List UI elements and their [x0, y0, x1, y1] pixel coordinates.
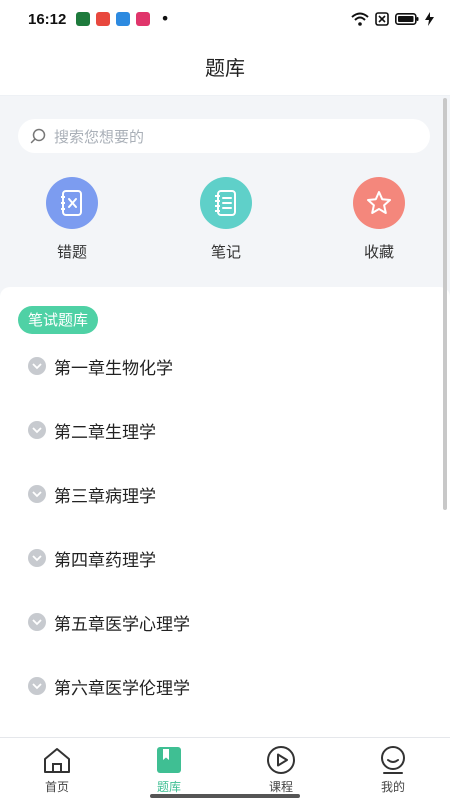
- chevron-down-icon: [28, 613, 46, 631]
- battery-icon: [395, 13, 419, 25]
- chapter-label: 第四章药理学: [54, 550, 156, 571]
- app-blue-icon: [116, 12, 131, 26]
- notebook-icon: [200, 177, 252, 229]
- question-bank-icon: [156, 745, 182, 775]
- chapter-item[interactable]: 第六章医学伦理学: [28, 673, 190, 699]
- chapter-item[interactable]: 第一章生物化学: [28, 353, 173, 379]
- chapter-item[interactable]: 第三章病理学: [28, 481, 156, 507]
- chapter-label: 第五章医学心理学: [54, 614, 190, 635]
- search-input[interactable]: 搜索您想要的: [18, 119, 430, 153]
- app-green-icon: [76, 12, 91, 26]
- chevron-down-icon: [28, 549, 46, 567]
- scrollbar[interactable]: [443, 98, 447, 510]
- play-circle-icon: [266, 745, 296, 775]
- search-icon: [30, 128, 46, 144]
- tab-label: 题库: [156, 780, 181, 794]
- section-tag-written-exam: 笔试题库: [18, 306, 99, 334]
- shortcut-label: 笔记: [210, 243, 241, 261]
- chapter-item[interactable]: 第二章生理学: [28, 417, 156, 443]
- charging-icon: [425, 12, 434, 26]
- tab-profile[interactable]: 我的: [353, 738, 433, 800]
- shortcut-notes[interactable]: 笔记: [181, 177, 271, 262]
- tab-label: 我的: [380, 780, 405, 794]
- shortcut-label: 收藏: [363, 243, 394, 261]
- chapter-label: 第二章生理学: [54, 422, 156, 443]
- notification-app-icons: •: [76, 9, 170, 28]
- home-indicator: [150, 794, 300, 798]
- search-placeholder: 搜索您想要的: [54, 127, 145, 146]
- chevron-down-icon: [28, 421, 46, 439]
- home-icon: [42, 745, 72, 775]
- tab-courses[interactable]: 课程: [241, 738, 321, 800]
- shortcut-favorites[interactable]: 收藏: [334, 177, 424, 262]
- wifi-icon: [351, 12, 369, 26]
- shortcut-label: 错题: [56, 243, 87, 261]
- status-bar: 16:12 •: [0, 0, 450, 38]
- tab-home[interactable]: 首页: [17, 738, 97, 800]
- chapter-label: 第六章医学伦理学: [54, 678, 190, 699]
- more-notifications-indicator: •: [160, 9, 170, 28]
- status-time: 16:12: [28, 10, 67, 28]
- sim-off-icon: [375, 12, 389, 26]
- chapter-label: 第三章病理学: [54, 486, 156, 507]
- chevron-down-icon: [28, 677, 46, 695]
- tab-label: 首页: [44, 780, 69, 794]
- chevron-down-icon: [28, 485, 46, 503]
- bottom-tab-bar: 首页 题库 课程 我的: [0, 737, 450, 800]
- tab-question-bank[interactable]: 题库: [129, 738, 209, 800]
- wrong-questions-icon: [46, 177, 98, 229]
- profile-icon: [378, 745, 408, 775]
- question-bank-panel: 笔试题库 第一章生物化学 第二章生理学 第三章病理学 第四章药理学 第五章医学心…: [0, 287, 450, 737]
- chapter-item[interactable]: 第四章药理学: [28, 545, 156, 571]
- chevron-down-icon: [28, 357, 46, 375]
- star-icon: [353, 177, 405, 229]
- page-title: 题库: [205, 56, 245, 80]
- page-header: 题库: [0, 38, 450, 96]
- chapter-item[interactable]: 第五章医学心理学: [28, 609, 190, 635]
- app-video-icon: [136, 12, 151, 26]
- tab-label: 课程: [268, 780, 293, 794]
- app-music-icon: [96, 12, 111, 26]
- shortcut-wrong-questions[interactable]: 错题: [27, 177, 117, 262]
- chapter-label: 第一章生物化学: [54, 358, 173, 379]
